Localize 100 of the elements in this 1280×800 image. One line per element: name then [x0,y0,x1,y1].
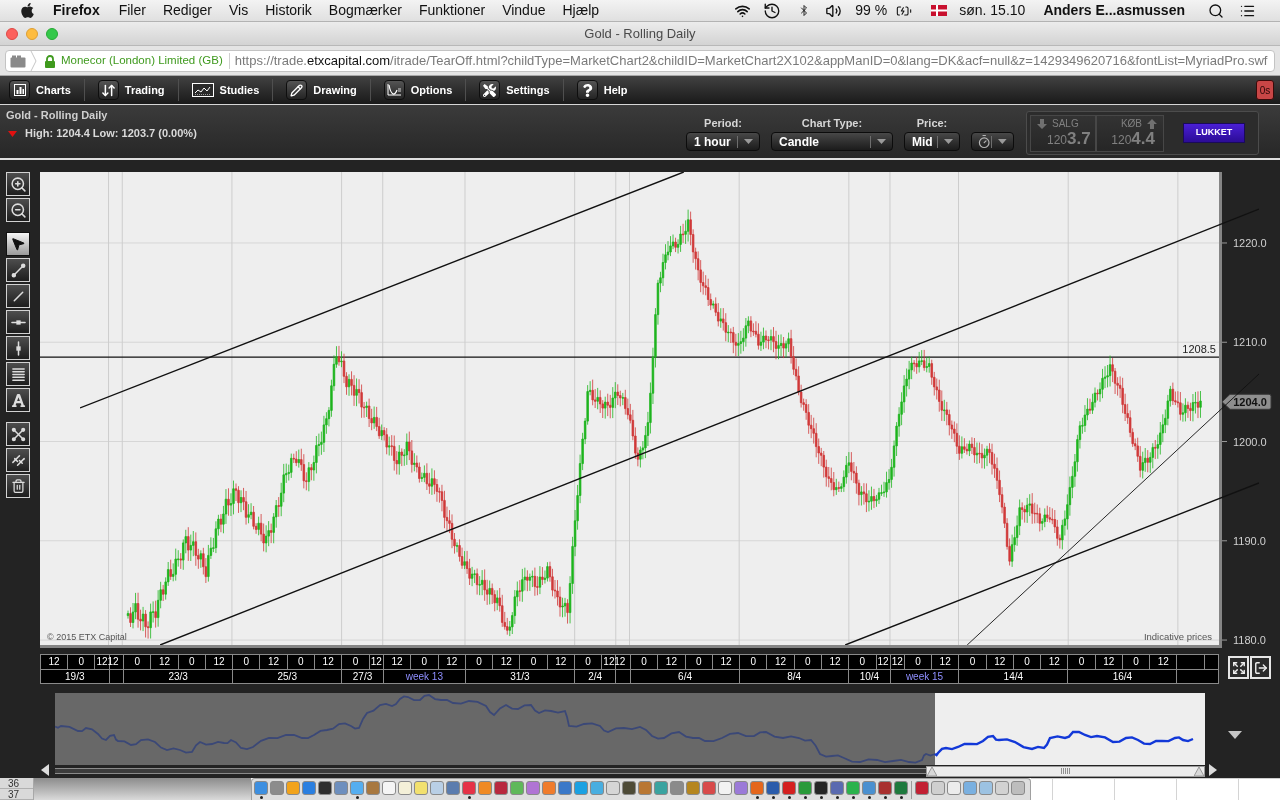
toolbar-button[interactable]: Studies [178,78,273,102]
menu-item[interactable]: Filer [118,0,146,21]
axis-label: 1180.0 [1233,634,1266,647]
timer-dropdown[interactable] [971,132,1014,151]
letter-a-icon [10,392,26,408]
search-icon[interactable] [1208,2,1224,19]
arrows-icon [97,80,119,100]
address-field[interactable]: Monecor (London) Limited (GB) https://trade.etxcapital.com/itrade/TearOff.html?childType=MarketChart2&childID=MarketChart2X102&appManID=0&lang=DK&acf=null&z=1429349620716&fontList=MyriadPro.swf [5,50,1275,72]
maximize-icon[interactable] [46,27,58,40]
apple-icon[interactable] [20,2,35,19]
dropdown-triangle-icon[interactable] [1228,731,1242,739]
caret-icon [998,139,1007,144]
stopwatch-icon [977,134,992,149]
lock-icon[interactable] [44,54,56,68]
hour-label: 12 [500,657,512,667]
volume-icon[interactable] [824,2,844,19]
hour-label: 12 [877,657,889,667]
toolbar-button[interactable]: Settings [466,78,563,102]
close-icon[interactable] [6,27,18,40]
toolbar-button[interactable]: Trading [84,78,178,102]
clock-text[interactable]: søn. 15.10 [959,0,1026,21]
hour-label: 12 [614,657,626,667]
field-label: Price: [916,117,948,130]
minimize-icon[interactable] [26,27,38,40]
expand-icon [1231,660,1246,675]
dropdown[interactable]: Candle [771,132,893,151]
url-text[interactable]: https://trade.etxcapital.com/itrade/TearOff.html?childType=MarketChart2&childID=MarketChart2X102&appManID=0&lang=DK&acf=null&z=1429349620716&fontList=MyriadPro.swf [234,51,1268,71]
menu-item[interactable]: Vindue [502,0,546,21]
scrollbar-track[interactable] [55,765,1205,777]
toolbar-button[interactable]: Charts [0,78,84,102]
hour-label: 0 [915,657,921,667]
line-chart-icon [191,83,214,97]
user-name[interactable]: Anders E...asmussen [1043,0,1185,21]
app-icon[interactable] [878,781,892,795]
hour-label: 12 [1048,657,1060,667]
pointer-icon [10,236,26,252]
date-label: 2/4 [588,671,603,682]
price-stats: High: 1204.4 Low: 1203.7 (0.00%) [25,127,197,140]
app-icon[interactable] [622,781,636,795]
dropdown[interactable]: Mid [904,132,960,151]
row-number: 36 [0,778,33,789]
hour-label: 12 [370,657,382,667]
toolbar-button[interactable]: Help [563,78,641,102]
history-icon[interactable] [763,1,782,20]
slanted-lines-icon [10,452,26,468]
current-price-tag: 1204.0 [1221,393,1272,410]
folder-icon[interactable] [10,54,26,68]
menu-item[interactable]: Vis [228,0,249,21]
app-menu[interactable]: Firefox [53,0,100,21]
exit-icon [1253,660,1268,675]
tool-button[interactable] [6,232,30,256]
left-arrow-icon[interactable] [41,764,49,776]
toolbar-button[interactable]: Drawing [273,78,370,102]
week-label: week 13 [405,671,443,682]
hour-label: 0 [189,657,195,667]
hour-label: 12 [555,657,567,667]
copyright-text: © 2015 ETX Capital [47,632,127,642]
date-label: 27/3 [352,671,373,682]
fullscreen-button[interactable] [1228,656,1249,679]
hour-label: 0 [134,657,140,667]
menu-item[interactable]: Bogmærker [328,0,402,21]
instrument-name: Gold - Rolling Daily [6,109,109,122]
date-label: 14/4 [1003,671,1024,682]
menu-item[interactable]: Rediger [162,0,212,21]
hour-label: 0 [78,657,85,667]
down-arrow-icon [1037,119,1047,129]
detach-button[interactable] [1250,656,1271,679]
date-label: 31/3 [510,671,530,682]
hour-label: 12 [268,657,280,667]
dropdown[interactable]: 1 hour [686,132,760,151]
hour-label: 0 [352,657,359,667]
scrollbar-thumb[interactable] [926,765,1205,777]
app-icon[interactable] [814,781,828,795]
grip-icon[interactable] [1061,768,1070,774]
hour-label: 0 [585,657,591,667]
axis-label: 1220.0 [1233,237,1267,249]
hour-label: 0 [641,657,647,667]
up-arrow-icon [1147,119,1157,129]
crossed-lines-icon [10,426,26,442]
axis-label: 1200.0 [1233,435,1267,448]
app-icon[interactable] [318,781,332,795]
date-label: 8/4 [787,671,802,682]
toolbar-button[interactable]: Options [370,78,466,102]
menu-item[interactable]: Hjælp [562,0,600,21]
caret-icon [877,139,886,144]
field-label: Period: [704,117,742,130]
menu-item[interactable]: Funktioner [418,0,486,21]
pencil-icon [286,80,308,100]
hour-label: 0 [695,657,702,667]
hour-label: 12 [446,657,458,667]
right-arrow-icon[interactable] [1208,764,1217,776]
flag-icon[interactable] [931,5,948,16]
settings-icon [479,80,501,100]
hour-label: 12 [158,657,171,667]
site-identity[interactable]: Monecor (London) Limited (GB) [61,52,223,70]
hour-label: 12 [939,657,951,667]
app-icon[interactable] [766,781,780,795]
hour-label: 12 [213,657,225,667]
hour-label: 12 [391,657,403,667]
menu-item[interactable]: Historik [265,0,312,21]
